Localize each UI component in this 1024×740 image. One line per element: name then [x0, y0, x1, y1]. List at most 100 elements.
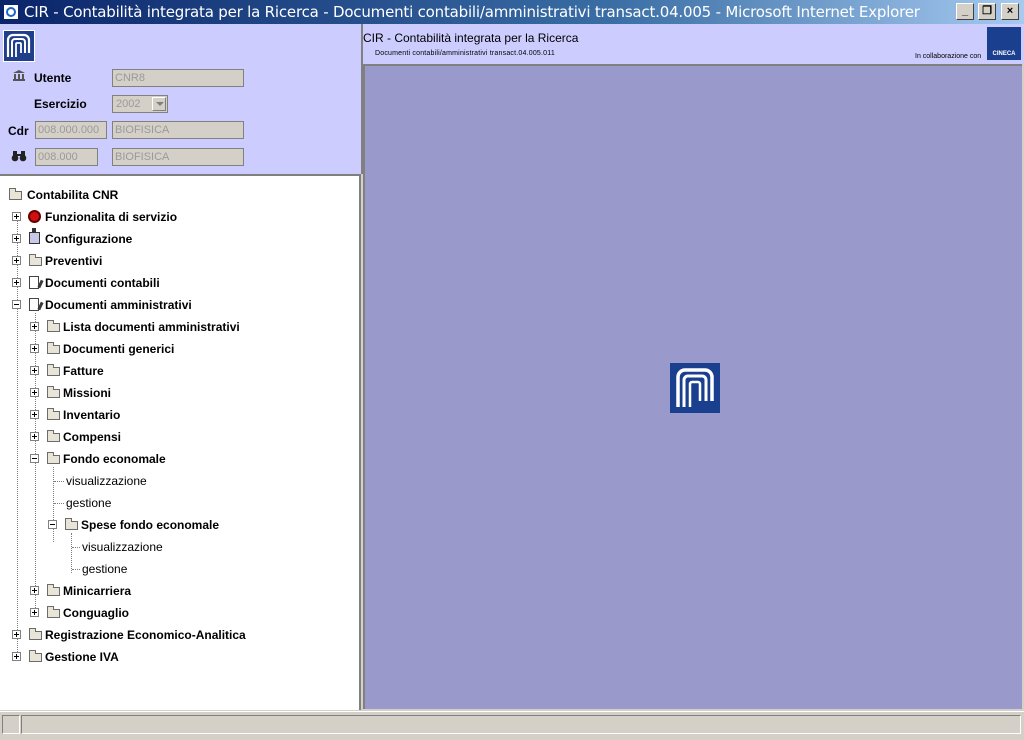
- tree-item-label: Funzionalita di servizio: [45, 210, 178, 224]
- utente-field: CNR8: [112, 69, 244, 87]
- expand-icon[interactable]: [30, 366, 39, 375]
- folder-icon: [47, 342, 60, 354]
- tree-item-label: Compensi: [63, 430, 122, 444]
- cdr-name-field: BIOFISICA: [112, 121, 244, 139]
- open-folder-icon: [65, 518, 78, 530]
- uo-code-field: 008.000: [35, 148, 98, 166]
- expand-icon[interactable]: [30, 432, 39, 441]
- tree-item-gestione-iva[interactable]: Gestione IVA: [12, 648, 312, 666]
- tree-item-spese-visualizzazione[interactable]: visualizzazione: [82, 538, 163, 556]
- expand-icon[interactable]: [30, 388, 39, 397]
- tree-item-label: Minicarriera: [63, 584, 132, 598]
- tree-item-lista-documenti[interactable]: Lista documenti amministrativi: [30, 318, 330, 336]
- status-bar: [0, 711, 1024, 740]
- ie-icon: [3, 4, 19, 20]
- status-cell-text: [21, 715, 1021, 734]
- folder-icon: [47, 408, 60, 420]
- document-edit-icon: [29, 276, 39, 289]
- folder-icon: [47, 320, 60, 332]
- collapse-icon[interactable]: [12, 300, 21, 309]
- tree-item-conguaglio[interactable]: Conguaglio: [30, 604, 330, 622]
- window-title-bar[interactable]: CIR - Contabilità integrata per la Ricer…: [0, 0, 1024, 24]
- expand-icon[interactable]: [12, 630, 21, 639]
- collapse-icon[interactable]: [30, 454, 39, 463]
- open-folder-icon: [47, 452, 60, 464]
- expand-icon[interactable]: [30, 410, 39, 419]
- tree-item-label: Spese fondo economale: [81, 518, 220, 532]
- tree-item-fondo-economale[interactable]: Fondo economale: [30, 450, 330, 468]
- collaboration-text: In collaborazione con: [915, 53, 982, 60]
- expand-icon[interactable]: [12, 256, 21, 265]
- tree-item-label: Configurazione: [45, 232, 133, 246]
- folder-icon: [47, 364, 60, 376]
- binoculars-icon[interactable]: [11, 150, 27, 162]
- tree-item-spese-fondo[interactable]: Spese fondo economale: [48, 516, 348, 534]
- tree-item-minicarriera[interactable]: Minicarriera: [30, 582, 330, 600]
- expand-icon[interactable]: [12, 278, 21, 287]
- cnr-logo-icon: [3, 30, 35, 62]
- tree-item-inventario[interactable]: Inventario: [30, 406, 330, 424]
- folder-icon: [29, 254, 42, 266]
- building-icon: [12, 69, 26, 81]
- tree-item-funzionalita[interactable]: Funzionalita di servizio: [12, 208, 312, 226]
- esercizio-label: Esercizio: [34, 97, 87, 111]
- tree-item-label: Fatture: [63, 364, 104, 378]
- chevron-down-icon[interactable]: [152, 97, 166, 111]
- expand-icon[interactable]: [30, 586, 39, 595]
- tree-item-spese-gestione[interactable]: gestione: [82, 560, 127, 578]
- expand-icon[interactable]: [12, 234, 21, 243]
- page-header: CIR - Contabilità integrata per la Ricer…: [363, 24, 1024, 64]
- tree-item-registrazione[interactable]: Registrazione Economico-Analitica: [12, 626, 342, 644]
- tree-item-label: Documenti amministrativi: [45, 298, 192, 312]
- cdr-label: Cdr: [8, 124, 29, 138]
- expand-icon[interactable]: [30, 322, 39, 331]
- tree-item-documenti-generici[interactable]: Documenti generici: [30, 340, 330, 358]
- minimize-button[interactable]: _: [956, 3, 974, 20]
- restore-button[interactable]: ❐: [978, 3, 996, 20]
- navigation-tree: Contabilita CNR Funzionalita di servizio…: [0, 174, 361, 710]
- tree-item-label: Preventivi: [45, 254, 103, 268]
- expand-icon[interactable]: [12, 212, 21, 221]
- tree-item-fondo-gestione[interactable]: gestione: [66, 494, 111, 512]
- collapse-icon[interactable]: [48, 520, 57, 529]
- utente-label: Utente: [34, 71, 72, 85]
- configuration-icon: [29, 228, 40, 244]
- tree-item-label: Fondo economale: [63, 452, 166, 466]
- tree-item-missioni[interactable]: Missioni: [30, 384, 330, 402]
- window-title: CIR - Contabilità integrata per la Ricer…: [24, 3, 920, 21]
- page-subtitle: Documenti contabili/amministrativi trans…: [375, 50, 555, 57]
- expand-icon[interactable]: [30, 608, 39, 617]
- folder-icon: [47, 606, 60, 618]
- tree-item-documenti-amministrativi[interactable]: Documenti amministrativi: [12, 296, 312, 314]
- folder-icon: [47, 584, 60, 596]
- tree-item-label: Registrazione Economico-Analitica: [45, 628, 246, 642]
- close-button[interactable]: ×: [1001, 3, 1019, 20]
- tree-item-fatture[interactable]: Fatture: [30, 362, 330, 380]
- expand-icon[interactable]: [12, 652, 21, 661]
- tree-item-configurazione[interactable]: Configurazione: [12, 228, 312, 248]
- cnr-logo-icon: [670, 363, 720, 413]
- tree-item-label: Gestione IVA: [45, 650, 119, 664]
- content-area: [363, 64, 1022, 709]
- esercizio-select[interactable]: 2002: [112, 95, 168, 113]
- folder-icon: [29, 650, 42, 662]
- cineca-logo: CINECA: [987, 27, 1021, 60]
- tree-item-label: Missioni: [63, 386, 112, 400]
- esercizio-value: 2002: [116, 98, 141, 110]
- tree-item-compensi[interactable]: Compensi: [30, 428, 330, 446]
- open-folder-icon: [9, 188, 22, 200]
- tree-item-label: Conguaglio: [63, 606, 129, 620]
- tree-item-label: visualizzazione: [66, 474, 147, 488]
- expand-icon[interactable]: [30, 344, 39, 353]
- user-info-panel: Utente CNR8 Esercizio 2002 Cdr 008.000.0…: [0, 24, 363, 174]
- tree-item-preventivi[interactable]: Preventivi: [12, 252, 312, 270]
- status-cell-icon: [2, 715, 20, 734]
- tree-item-label: gestione: [66, 496, 112, 510]
- folder-icon: [47, 430, 60, 442]
- tree-item-fondo-visualizzazione[interactable]: visualizzazione: [66, 472, 147, 490]
- tree-root-label: Contabilita CNR: [27, 188, 119, 202]
- tree-item-label: Documenti generici: [63, 342, 175, 356]
- service-icon: [28, 210, 41, 223]
- tree-item-documenti-contabili[interactable]: Documenti contabili: [12, 274, 312, 292]
- folder-icon: [29, 628, 42, 640]
